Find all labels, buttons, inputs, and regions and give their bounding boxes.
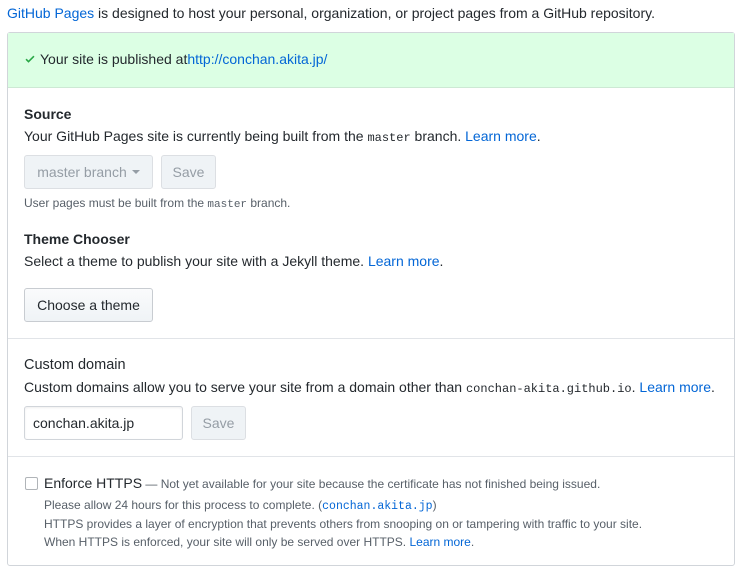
enforce-https-line: Enforce HTTPS — Not yet available for yo… xyxy=(44,475,600,491)
pages-intro: GitHub Pages is designed to host your pe… xyxy=(7,3,655,23)
choose-theme-button[interactable]: Choose a theme xyxy=(24,288,153,322)
domain-save-button[interactable]: Save xyxy=(191,406,246,440)
source-note-text: User pages must be built from the xyxy=(24,196,208,210)
branch-select-button[interactable]: master branch xyxy=(24,155,153,189)
https-domain-code: conchan.akita.jp xyxy=(322,500,433,513)
github-pages-link[interactable]: GitHub Pages xyxy=(7,5,94,21)
domain-period: . xyxy=(711,379,715,395)
https-wait-text-after: ) xyxy=(432,498,437,512)
source-desc-text-after: branch. xyxy=(410,128,466,144)
branch-select-label: master branch xyxy=(37,164,127,180)
source-description: Your GitHub Pages site is currently bein… xyxy=(24,128,541,145)
https-description: HTTPS provides a layer of encryption tha… xyxy=(44,517,643,531)
enforce-https-note: — Not yet available for your site becaus… xyxy=(142,477,601,491)
domain-default-code: conchan-akita.github.io xyxy=(465,382,632,396)
custom-domain-description: Custom domains allow you to serve your s… xyxy=(24,379,715,396)
published-url-link[interactable]: http://conchan.akita.jp/ xyxy=(187,51,327,67)
https-wait-text: Please allow 24 hours for this process t… xyxy=(44,498,323,512)
theme-desc-text: Select a theme to publish your site with… xyxy=(24,253,368,269)
pages-settings-box: Your site is published at http://conchan… xyxy=(7,32,735,566)
intro-text: is designed to host your personal, organ… xyxy=(94,5,655,21)
published-flash-row: Your site is published at http://conchan… xyxy=(24,51,327,67)
theme-period: . xyxy=(439,253,444,269)
caret-down-icon xyxy=(131,170,140,174)
enforce-https-checkbox[interactable] xyxy=(25,477,38,490)
published-flash: Your site is published at http://conchan… xyxy=(8,33,734,88)
check-icon xyxy=(25,55,35,63)
source-note: User pages must be built from the master… xyxy=(24,196,290,211)
theme-learn-more-link[interactable]: Learn more xyxy=(368,253,440,269)
source-note-text-after: branch. xyxy=(247,196,291,210)
theme-description: Select a theme to publish your site with… xyxy=(24,253,443,269)
custom-domain-input[interactable]: conchan.akita.jp xyxy=(24,406,183,440)
source-note-code: master xyxy=(207,199,248,211)
https-learn-more-link[interactable]: Learn more xyxy=(409,535,470,549)
custom-domain-title: Custom domain xyxy=(24,357,126,373)
enforce-https-label: Enforce HTTPS xyxy=(44,475,143,491)
https-wait-note: Please allow 24 hours for this process t… xyxy=(44,498,437,513)
domain-learn-more-link[interactable]: Learn more xyxy=(639,379,711,395)
https-enforced-note: When HTTPS is enforced, your site will o… xyxy=(44,535,474,549)
section-divider xyxy=(8,338,734,339)
https-enforced-text: When HTTPS is enforced, your site will o… xyxy=(44,535,410,549)
theme-title: Theme Chooser xyxy=(24,231,130,247)
source-desc-text: Your GitHub Pages site is currently bein… xyxy=(24,128,368,144)
section-divider xyxy=(8,456,734,457)
https-period: . xyxy=(470,535,475,549)
source-learn-more-link[interactable]: Learn more xyxy=(465,128,537,144)
published-text: Your site is published at xyxy=(40,51,188,67)
source-period: . xyxy=(536,128,541,144)
domain-desc-text: Custom domains allow you to serve your s… xyxy=(24,379,466,395)
source-branch-code: master xyxy=(367,131,411,145)
source-title: Source xyxy=(24,106,72,122)
source-save-button[interactable]: Save xyxy=(161,155,216,189)
